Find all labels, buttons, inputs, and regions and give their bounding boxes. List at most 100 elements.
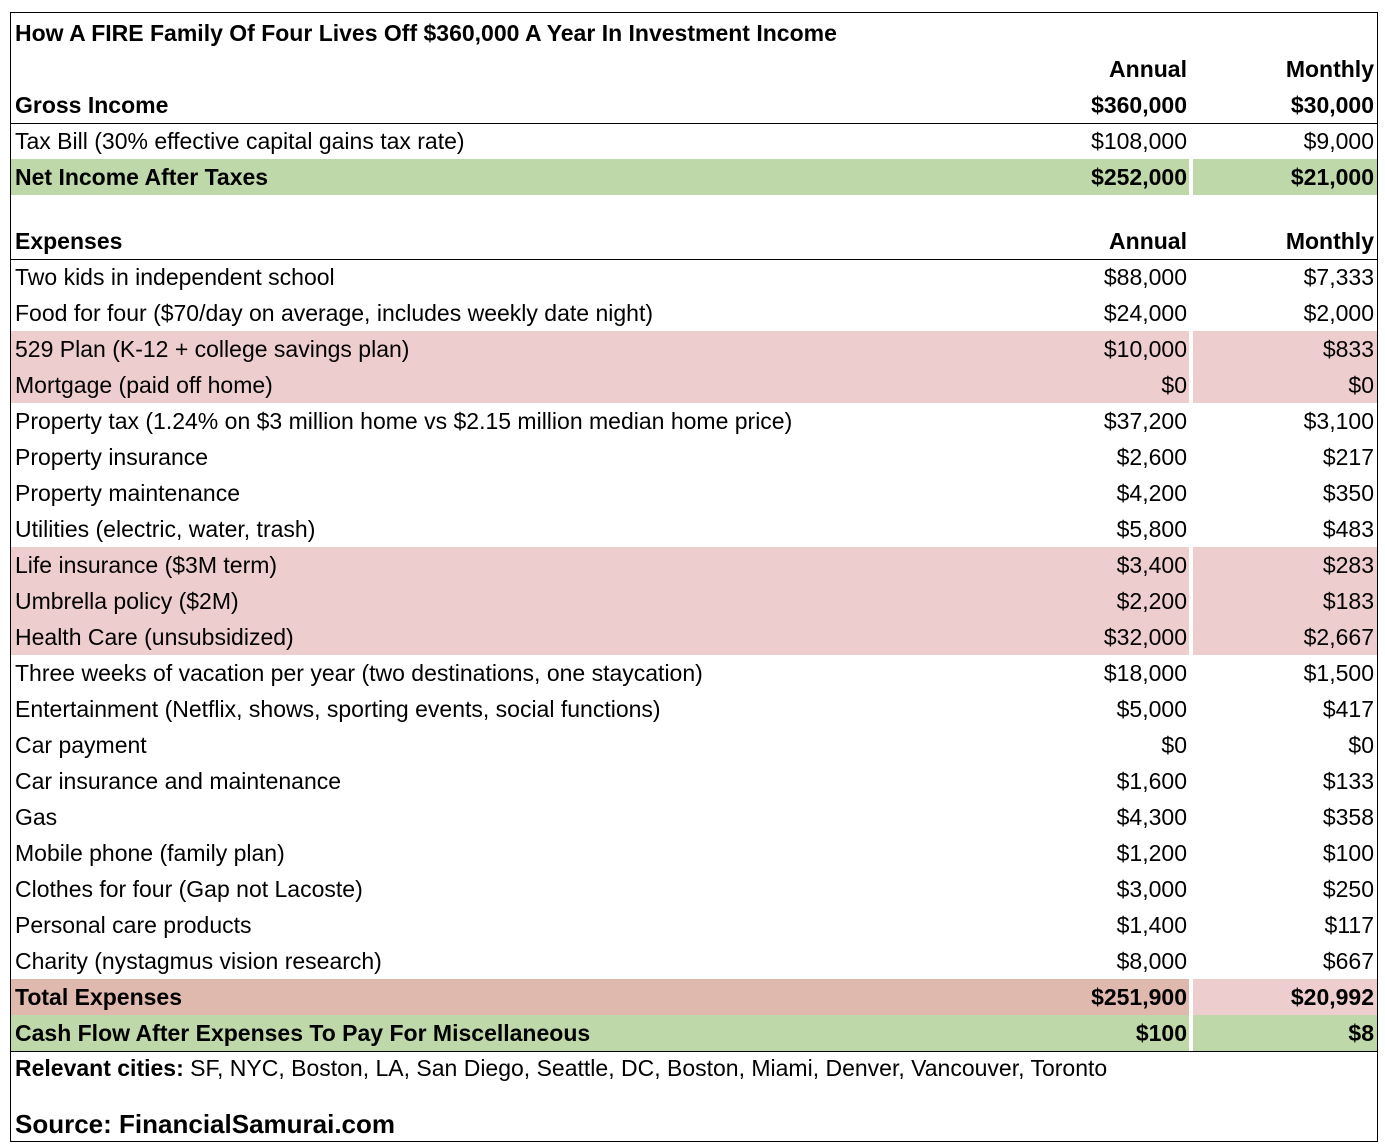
table-row: Umbrella policy ($2M) $2,200 $183 (11, 583, 1377, 619)
divider (11, 1051, 1377, 1052)
expense-label: Gas (15, 804, 58, 830)
gross-income-row: Gross Income $360,000 $30,000 (11, 87, 1377, 123)
net-income-monthly: $21,000 (1290, 164, 1374, 190)
expense-annual: $0 (1161, 732, 1187, 758)
expense-label: 529 Plan (K-12 + college savings plan) (15, 336, 410, 362)
cash-flow-annual: $100 (1135, 1020, 1187, 1046)
gross-income-label: Gross Income (15, 92, 169, 118)
expense-monthly: $667 (1322, 948, 1374, 974)
page-title: How A FIRE Family Of Four Lives Off $360… (15, 20, 837, 46)
expense-monthly: $833 (1322, 336, 1374, 362)
table-row: Car payment $0 $0 (11, 727, 1377, 763)
total-expenses-annual: $251,900 (1091, 984, 1187, 1010)
table-row: Mobile phone (family plan) $1,200 $100 (11, 835, 1377, 871)
expense-annual: $24,000 (1103, 300, 1187, 326)
table-row: Health Care (unsubsidized) $32,000 $2,667 (11, 619, 1377, 655)
expense-annual: $3,400 (1116, 552, 1187, 578)
table-row: Utilities (electric, water, trash) $5,800… (11, 511, 1377, 547)
cash-flow-monthly: $8 (1348, 1020, 1374, 1046)
expense-monthly: $358 (1322, 804, 1374, 830)
expense-label: Property insurance (15, 444, 209, 470)
expense-annual: $1,600 (1116, 768, 1187, 794)
expense-annual: $32,000 (1103, 624, 1187, 650)
relevant-cities-label: Relevant cities: (15, 1055, 184, 1081)
expense-label: Mobile phone (family plan) (15, 840, 285, 866)
expense-label: Utilities (electric, water, trash) (15, 516, 316, 542)
cash-flow-label: Cash Flow After Expenses To Pay For Misc… (15, 1020, 591, 1046)
table-row: Life insurance ($3M term) $3,400 $283 (11, 547, 1377, 583)
total-expenses-row: Total Expenses $251,900 $20,992 (11, 979, 1377, 1015)
expense-annual: $5,800 (1116, 516, 1187, 542)
expense-monthly: $483 (1322, 516, 1374, 542)
expense-label: Umbrella policy ($2M) (15, 588, 239, 614)
expense-monthly: $2,667 (1303, 624, 1374, 650)
spreadsheet-table: How A FIRE Family Of Four Lives Off $360… (10, 12, 1378, 1142)
expense-label: Property maintenance (15, 480, 241, 506)
expenses-header-row: Expenses Annual Monthly (11, 223, 1377, 259)
expense-annual: $10,000 (1103, 336, 1187, 362)
expense-label: Car insurance and maintenance (15, 768, 342, 794)
net-income-annual: $252,000 (1091, 164, 1187, 190)
tax-bill-row: Tax Bill (30% effective capital gains ta… (11, 123, 1377, 159)
tax-bill-annual: $108,000 (1091, 128, 1187, 154)
relevant-cities: Relevant cities: SF, NYC, Boston, LA, Sa… (15, 1055, 1107, 1082)
expense-monthly: $350 (1322, 480, 1374, 506)
net-income-row: Net Income After Taxes $252,000 $21,000 (11, 159, 1377, 195)
gross-income-annual: $360,000 (1091, 92, 1187, 118)
table-row: Property insurance $2,600 $217 (11, 439, 1377, 475)
expense-monthly: $100 (1322, 840, 1374, 866)
gross-income-monthly: $30,000 (1290, 92, 1374, 118)
expense-monthly: $2,000 (1303, 300, 1374, 326)
expense-monthly: $117 (1324, 912, 1374, 938)
expense-label: Personal care products (15, 912, 252, 938)
expense-monthly: $217 (1322, 444, 1374, 470)
table-row: Three weeks of vacation per year (two de… (11, 655, 1377, 691)
title-row: How A FIRE Family Of Four Lives Off $360… (11, 15, 1377, 51)
expenses-heading: Expenses (15, 228, 123, 254)
expense-monthly: $283 (1322, 552, 1374, 578)
income-annual-header: Annual (1109, 56, 1187, 82)
table-row: Entertainment (Netflix, shows, sporting … (11, 691, 1377, 727)
net-income-label: Net Income After Taxes (15, 164, 269, 190)
expense-label: Food for four ($70/day on average, inclu… (15, 300, 653, 326)
expense-label: Two kids in independent school (15, 264, 335, 290)
expense-label: Mortgage (paid off home) (15, 372, 273, 398)
expenses-monthly-header: Monthly (1285, 228, 1374, 254)
table-row: Food for four ($70/day on average, inclu… (11, 295, 1377, 331)
expense-annual: $88,000 (1103, 264, 1187, 290)
total-expenses-label: Total Expenses (15, 984, 183, 1010)
expense-annual: $2,200 (1116, 588, 1187, 614)
expense-annual: $3,000 (1116, 876, 1187, 902)
expense-label: Health Care (unsubsidized) (15, 624, 294, 650)
expense-monthly: $7,333 (1303, 264, 1374, 290)
expense-annual: $1,200 (1116, 840, 1187, 866)
expense-annual: $4,300 (1116, 804, 1187, 830)
expense-annual: $0 (1161, 372, 1187, 398)
tax-bill-label: Tax Bill (30% effective capital gains ta… (15, 128, 465, 154)
expense-label: Car payment (15, 732, 147, 758)
expense-monthly: $417 (1322, 696, 1374, 722)
expense-annual: $37,200 (1103, 408, 1187, 434)
expense-label: Life insurance ($3M term) (15, 552, 278, 578)
expense-annual: $18,000 (1103, 660, 1187, 686)
income-header-row: Annual Monthly (11, 51, 1377, 87)
expense-annual: $2,600 (1116, 444, 1187, 470)
expense-label: Entertainment (Netflix, shows, sporting … (15, 696, 661, 722)
expense-annual: $1,400 (1116, 912, 1187, 938)
expense-label: Charity (nystagmus vision research) (15, 948, 382, 974)
expense-monthly: $183 (1322, 588, 1374, 614)
income-monthly-header: Monthly (1285, 56, 1374, 82)
expense-label: Clothes for four (Gap not Lacoste) (15, 876, 363, 902)
expense-monthly: $250 (1322, 876, 1374, 902)
expense-label: Property tax (1.24% on $3 million home v… (15, 408, 793, 434)
table-row: Clothes for four (Gap not Lacoste) $3,000… (11, 871, 1377, 907)
table-row: 529 Plan (K-12 + college savings plan) $1… (11, 331, 1377, 367)
expenses-annual-header: Annual (1109, 228, 1187, 254)
table-row: Gas $4,300 $358 (11, 799, 1377, 835)
expense-annual: $4,200 (1116, 480, 1187, 506)
expense-monthly: $0 (1348, 732, 1374, 758)
total-expenses-monthly: $20,992 (1290, 984, 1374, 1010)
source-credit: Source: FinancialSamurai.com (15, 1109, 396, 1139)
expense-monthly: $1,500 (1303, 660, 1374, 686)
tax-bill-monthly: $9,000 (1303, 128, 1374, 154)
